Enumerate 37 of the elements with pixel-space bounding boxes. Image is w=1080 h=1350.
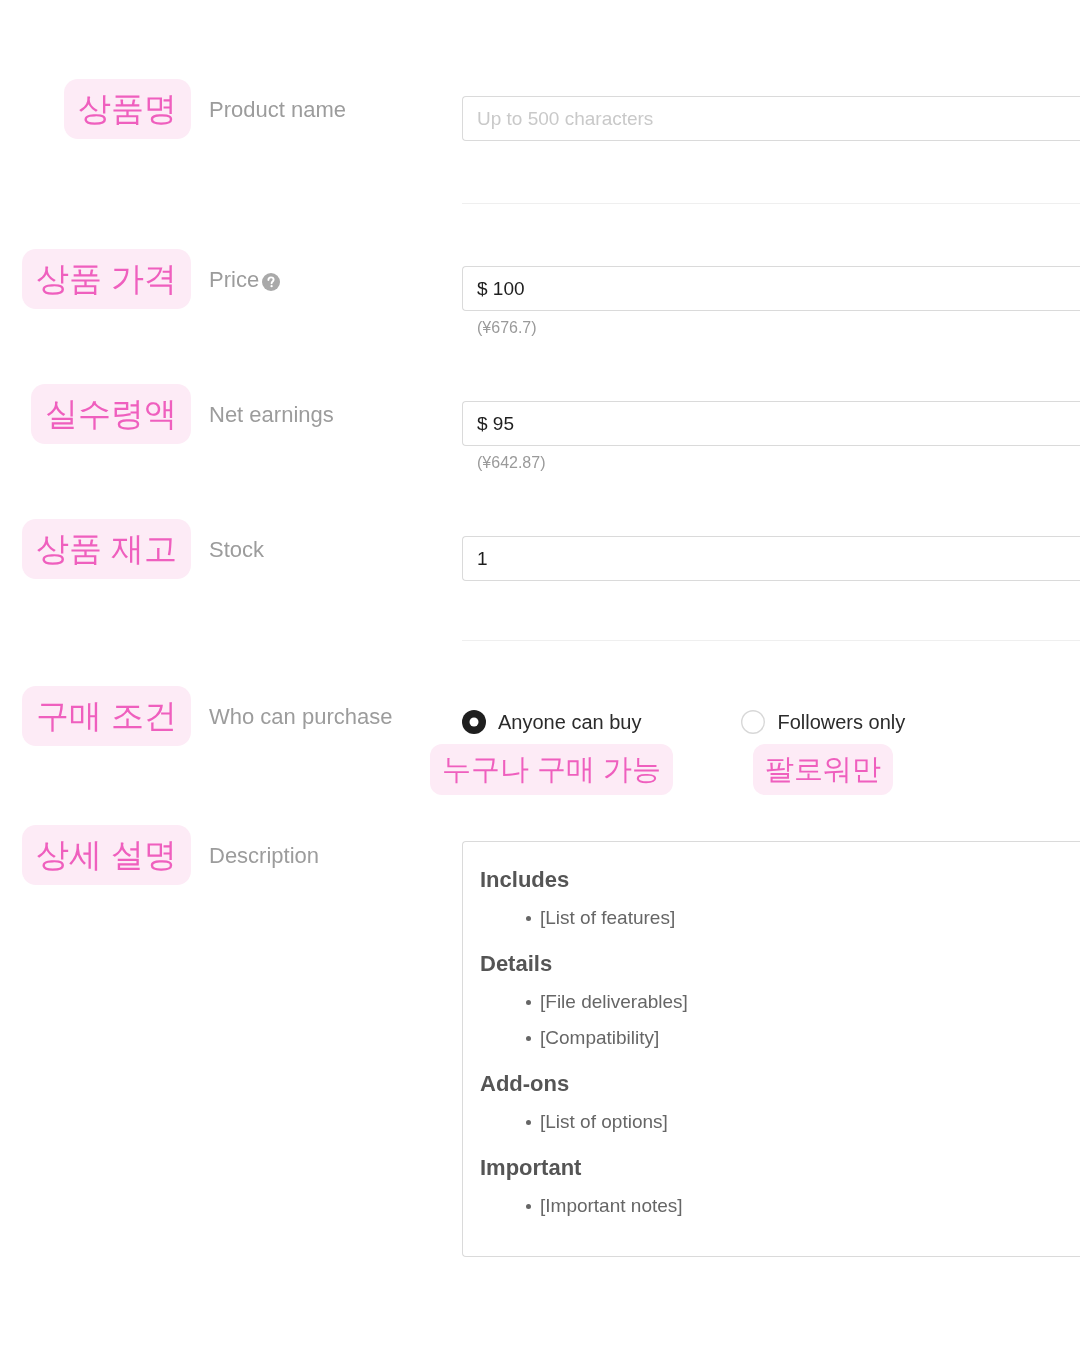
list-item-text: [Compatibility] bbox=[540, 1027, 660, 1049]
help-icon[interactable] bbox=[262, 272, 281, 291]
annotation-badge: 누구나 구매 가능 bbox=[430, 744, 674, 795]
annotation-badge: 팔로워만 bbox=[753, 744, 894, 795]
annotation-badge: 상품 가격 bbox=[21, 249, 191, 309]
section-heading: Important bbox=[480, 1154, 582, 1182]
input-field[interactable]: $ 100 bbox=[462, 266, 1080, 311]
annotation-badge: 상품명 bbox=[64, 79, 191, 139]
bullet-icon bbox=[526, 1119, 531, 1125]
converted-price-note: (¥642.87) bbox=[476, 453, 546, 473]
annotation-badge: 상품 재고 bbox=[21, 519, 191, 579]
annotation-badge: 구매 조건 bbox=[21, 686, 191, 746]
input-field[interactable]: 1 bbox=[462, 536, 1080, 581]
list-item-text: [List of options] bbox=[540, 1111, 668, 1133]
bullet-icon bbox=[526, 999, 531, 1005]
field-label: Product name bbox=[209, 97, 346, 123]
description-field[interactable]: Includes [List of features] Details [File deliverables] [Compatibility] Add-ons [List of options] Important [Important notes] bbox=[462, 841, 1080, 1257]
input-field[interactable]: $ 95 bbox=[462, 401, 1080, 446]
list-item-text: [File deliverables] bbox=[540, 991, 688, 1013]
annotation-badge: 실수령액 bbox=[31, 384, 191, 444]
field-label: Price bbox=[209, 267, 260, 293]
field-label: Who can purchase bbox=[209, 704, 393, 730]
section-heading: Details bbox=[480, 950, 553, 978]
radio-option[interactable]: Followers only bbox=[741, 710, 906, 734]
bullet-icon bbox=[526, 1035, 531, 1041]
field-label: Description bbox=[209, 843, 320, 869]
converted-price-note: (¥676.7) bbox=[476, 318, 537, 338]
field-label: Net earnings bbox=[209, 402, 334, 428]
bullet-icon bbox=[526, 915, 531, 921]
section-heading: Add-ons bbox=[480, 1070, 570, 1098]
field-label: Stock bbox=[209, 537, 265, 563]
list-item-text: [Important notes] bbox=[540, 1195, 683, 1217]
radio-option[interactable]: Anyone can buy bbox=[462, 710, 642, 734]
list-item-text: [List of features] bbox=[540, 907, 676, 929]
annotation-badge: 상세 설명 bbox=[21, 825, 191, 885]
bullet-icon bbox=[526, 1203, 531, 1209]
section-heading: Includes bbox=[480, 866, 570, 894]
